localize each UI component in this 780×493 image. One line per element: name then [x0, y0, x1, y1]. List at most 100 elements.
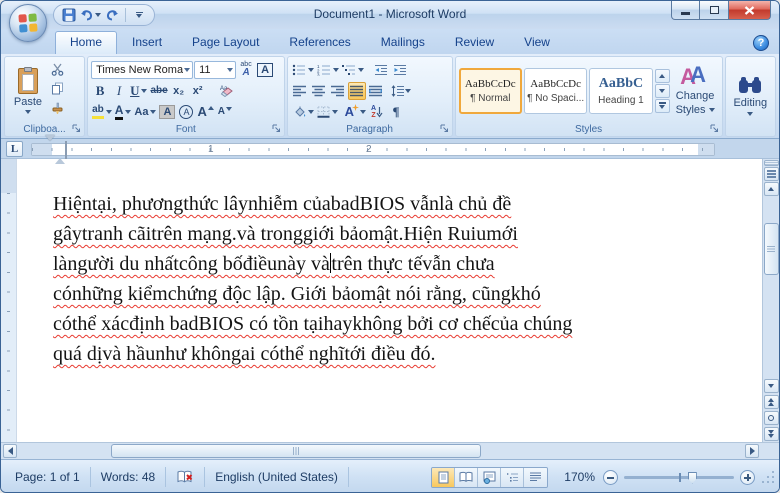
- word-count[interactable]: Words: 48: [91, 467, 166, 487]
- paste-button[interactable]: Paste: [8, 59, 48, 122]
- first-line-indent-icon[interactable]: [45, 135, 55, 158]
- font-size-select[interactable]: 11: [194, 61, 236, 79]
- borders-button[interactable]: [316, 103, 339, 121]
- vertical-scroll-track[interactable]: [764, 197, 779, 378]
- left-indent-icon[interactable]: [65, 141, 67, 159]
- character-shading-button[interactable]: A: [158, 103, 176, 121]
- character-border-button[interactable]: A: [256, 61, 274, 79]
- shading-button[interactable]: [291, 103, 315, 121]
- vertical-scrollbar[interactable]: [762, 159, 779, 442]
- vertical-scroll-thumb[interactable]: [764, 223, 779, 275]
- style-card-no-spacing[interactable]: AaBbCcDc ¶ No Spaci...: [524, 68, 587, 114]
- tab-insert[interactable]: Insert: [117, 31, 177, 54]
- scroll-down-button[interactable]: [764, 379, 779, 393]
- phonetic-guide-button[interactable]: abc A: [237, 61, 255, 79]
- close-button[interactable]: [728, 1, 771, 20]
- distributed-button[interactable]: [367, 82, 385, 100]
- change-case-button[interactable]: Aa: [133, 103, 157, 121]
- horizontal-scroll-thumb[interactable]: [111, 444, 481, 458]
- office-button[interactable]: [9, 4, 47, 42]
- scroll-left-button[interactable]: [3, 444, 17, 458]
- zoom-slider-marker[interactable]: [688, 472, 697, 484]
- font-name-select[interactable]: Times New Roma: [91, 61, 193, 79]
- language-indicator[interactable]: English (United States): [205, 467, 349, 487]
- change-styles-button[interactable]: AA Change Styles: [672, 64, 719, 116]
- restore-button[interactable]: [700, 1, 728, 20]
- tab-view[interactable]: View: [509, 31, 565, 54]
- next-page-button[interactable]: [764, 427, 779, 441]
- zoom-in-button[interactable]: [740, 470, 755, 485]
- styles-scroll-up-button[interactable]: [655, 69, 670, 83]
- font-color-button[interactable]: A: [114, 103, 133, 121]
- asian-layout-button[interactable]: A: [344, 103, 367, 121]
- tab-home[interactable]: Home: [55, 31, 117, 54]
- select-browse-object-button[interactable]: [764, 411, 779, 425]
- style-card-heading1[interactable]: AaBbC Heading 1: [589, 68, 652, 114]
- increase-indent-button[interactable]: [391, 61, 409, 79]
- zoom-level[interactable]: 170%: [564, 470, 595, 484]
- text-highlight-button[interactable]: ab: [91, 103, 113, 121]
- tab-mailings[interactable]: Mailings: [366, 31, 440, 54]
- web-layout-view-button[interactable]: [478, 468, 501, 487]
- justify-button[interactable]: [348, 82, 366, 100]
- minimize-button[interactable]: [671, 1, 700, 20]
- styles-scroll-down-button[interactable]: [655, 84, 670, 98]
- font-group-label: Font: [88, 124, 284, 135]
- split-window-handle[interactable]: [764, 160, 779, 166]
- font-dialog-launcher[interactable]: [272, 124, 282, 134]
- previous-page-button[interactable]: [764, 395, 779, 409]
- scroll-right-button[interactable]: [745, 444, 759, 458]
- print-layout-view-button[interactable]: [432, 468, 455, 487]
- strikethrough-button[interactable]: abe: [149, 82, 168, 100]
- italic-button[interactable]: I: [110, 82, 128, 100]
- grow-font-button[interactable]: A: [196, 103, 214, 121]
- styles-dialog-launcher[interactable]: [710, 124, 720, 134]
- line-spacing-button[interactable]: [390, 82, 412, 100]
- cut-button[interactable]: [48, 60, 66, 78]
- numbering-button[interactable]: 123: [316, 61, 340, 79]
- zoom-slider[interactable]: [624, 470, 734, 485]
- superscript-button[interactable]: x²: [189, 82, 207, 100]
- format-painter-button[interactable]: [48, 98, 66, 116]
- thumb-grip-icon: [767, 246, 775, 253]
- proofing-status-button[interactable]: [166, 467, 205, 487]
- tab-references[interactable]: References: [274, 31, 365, 54]
- styles-more-button[interactable]: [655, 99, 670, 113]
- style-card-normal[interactable]: AaBbCcDc ¶ Normal: [459, 68, 522, 114]
- tab-page-layout[interactable]: Page Layout: [177, 31, 274, 54]
- shrink-font-button[interactable]: A: [216, 103, 234, 121]
- full-screen-reading-view-button[interactable]: [455, 468, 478, 487]
- bullets-button[interactable]: [291, 61, 315, 79]
- page-indicator[interactable]: Page: 1 of 1: [5, 467, 91, 487]
- help-button[interactable]: ?: [753, 35, 769, 51]
- copy-button[interactable]: [48, 79, 66, 97]
- editing-button[interactable]: Editing: [733, 76, 767, 116]
- document-page[interactable]: Hiệntại, phươngthức lâynhiễm củabadBIOS …: [17, 159, 762, 442]
- underline-button[interactable]: U: [129, 82, 148, 100]
- outline-view-button[interactable]: [501, 468, 524, 487]
- align-center-button[interactable]: [310, 82, 328, 100]
- horizontal-ruler[interactable]: L 1 2: [1, 139, 779, 159]
- vertical-ruler[interactable]: [1, 159, 17, 442]
- bold-button[interactable]: B: [91, 82, 109, 100]
- decrease-indent-button[interactable]: [372, 61, 390, 79]
- tab-review[interactable]: Review: [440, 31, 509, 54]
- indent-marker[interactable]: [45, 141, 55, 158]
- tab-stop-selector[interactable]: L: [6, 141, 23, 157]
- sort-button[interactable]: A Z: [368, 103, 386, 121]
- multilevel-list-button[interactable]: [341, 61, 365, 79]
- align-right-button[interactable]: [329, 82, 347, 100]
- enclose-characters-button[interactable]: A: [177, 103, 195, 121]
- subscript-button[interactable]: x₂: [170, 82, 188, 100]
- scroll-up-button[interactable]: [764, 182, 779, 196]
- align-left-button[interactable]: [291, 82, 309, 100]
- window-resize-grip[interactable]: [761, 470, 775, 484]
- ruler-toggle-button[interactable]: [764, 167, 779, 181]
- horizontal-scrollbar[interactable]: [1, 442, 779, 459]
- draft-view-button[interactable]: [524, 468, 547, 487]
- paragraph-dialog-launcher[interactable]: [440, 124, 450, 134]
- zoom-out-button[interactable]: [603, 470, 618, 485]
- show-hide-button[interactable]: ¶: [387, 103, 405, 121]
- clipboard-dialog-launcher[interactable]: [72, 124, 82, 134]
- clear-formatting-button[interactable]: Aa: [218, 82, 236, 100]
